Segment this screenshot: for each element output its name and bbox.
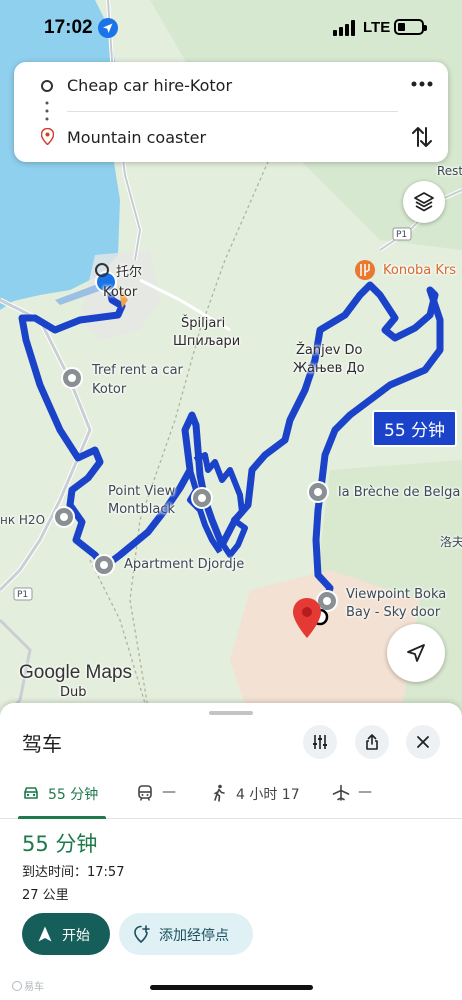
map-label-zanjev: Žanjev Do xyxy=(296,343,363,358)
share-button[interactable] xyxy=(355,725,389,759)
road-shield-p1-2: P1 xyxy=(17,590,29,600)
map-label-konoba[interactable]: Konoba Krs xyxy=(383,263,456,279)
tab-driving[interactable]: 55 分钟 xyxy=(22,773,106,819)
home-indicator[interactable] xyxy=(150,985,313,990)
tab-driving-label: 55 分钟 xyxy=(48,787,99,803)
tab-walking-label: 4 小时 17 xyxy=(236,787,300,803)
google-maps-logo: Google Maps xyxy=(19,662,133,683)
map-label-viewpoint[interactable]: Viewpoint Boka xyxy=(346,587,446,603)
battery-icon xyxy=(394,19,427,35)
layers-icon xyxy=(414,192,434,212)
destination-field[interactable]: Mountain coaster xyxy=(67,128,206,147)
walking-icon xyxy=(214,784,225,802)
map-label-kotor: Kotor xyxy=(103,285,138,300)
map-label-montblack[interactable]: Montblack xyxy=(108,502,175,518)
status-time: 17:02 xyxy=(44,17,93,38)
more-horizontal-icon xyxy=(411,81,433,87)
watermark: 易车 xyxy=(12,978,44,993)
tab-flights[interactable]: — xyxy=(332,773,382,819)
airplane-icon xyxy=(332,784,350,801)
map-label-point-view[interactable]: Point View xyxy=(108,484,175,500)
more-options-button[interactable] xyxy=(408,74,436,98)
close-icon xyxy=(417,736,429,748)
active-tab-indicator xyxy=(18,816,106,819)
tab-flights-label: — xyxy=(358,784,372,800)
map-label-spiljari-cyr: Шпиљари xyxy=(173,334,241,349)
map-label-dub: Dub xyxy=(60,685,87,700)
swap-route-button[interactable] xyxy=(410,124,434,150)
close-button[interactable] xyxy=(406,725,440,759)
map-label-rest: Rest xyxy=(437,164,462,178)
map-label-sky-door[interactable]: Bay - Sky door xyxy=(346,605,440,621)
status-bar: 17:02 LTE xyxy=(0,0,462,56)
navigation-arrow-icon xyxy=(407,644,425,662)
map-label-apartment[interactable]: Apartment Djordje xyxy=(124,557,244,573)
tab-walking[interactable]: 4 小时 17 xyxy=(210,773,310,819)
tab-transit-label: — xyxy=(162,784,176,800)
destination-pin-icon[interactable] xyxy=(293,598,321,638)
cellular-signal-icon xyxy=(333,20,355,36)
road-shield-p1: P1 xyxy=(396,230,408,240)
map-label-h2o[interactable]: нк H2O xyxy=(0,512,45,528)
start-navigation-button[interactable]: 开始 xyxy=(22,913,110,955)
share-icon xyxy=(366,734,378,750)
my-location-button[interactable] xyxy=(387,624,445,682)
map-label-kotor-cn: 托尔 xyxy=(116,265,143,280)
watermark-logo-icon xyxy=(12,981,22,991)
arrival-time: 到达时间：17:57 xyxy=(22,865,125,880)
map-label-spiljari: Špiljari xyxy=(181,316,226,331)
sheet-drag-handle[interactable] xyxy=(209,711,253,715)
map-label-zanjev-cyr: Жањев До xyxy=(293,361,365,376)
directions-card: Cheap car hire-Kotor Mountain coaster xyxy=(14,62,448,162)
map-label-tref-kotor[interactable]: Kotor xyxy=(92,382,126,398)
map-label-breche[interactable]: la Brèche de Belga xyxy=(338,485,460,501)
origin-circle-icon xyxy=(41,80,53,92)
origin-field[interactable]: Cheap car hire-Kotor xyxy=(67,76,232,95)
add-location-icon xyxy=(134,925,150,943)
start-label: 开始 xyxy=(62,928,90,944)
directions-bottom-sheet: 驾车 55 分钟 — 4 小时 17 — 55 分钟 到达时间：17:57 27… xyxy=(0,703,462,1000)
add-stop-button[interactable]: 添加经停点 xyxy=(119,913,253,955)
route-options-button[interactable] xyxy=(303,725,337,759)
train-icon xyxy=(138,785,152,801)
swap-vertical-icon xyxy=(412,127,432,147)
location-services-icon xyxy=(98,18,118,38)
map-label-cn-edge: 洛夫 xyxy=(440,535,462,549)
travel-mode-tabs: 55 分钟 — 4 小时 17 — xyxy=(0,773,462,819)
field-divider xyxy=(67,111,398,112)
map-label-tref[interactable]: Tref rent a car xyxy=(92,363,183,379)
watermark-text: 易车 xyxy=(24,982,44,993)
route-duration: 55 分钟 xyxy=(22,832,98,856)
route-connector-dots xyxy=(45,101,49,121)
layers-button[interactable] xyxy=(403,181,445,223)
destination-pin-small-icon xyxy=(41,128,54,145)
car-icon xyxy=(24,787,38,799)
network-type: LTE xyxy=(363,19,391,36)
tab-transit[interactable]: — xyxy=(136,773,186,819)
navigation-icon xyxy=(38,926,52,942)
add-stop-label: 添加经停点 xyxy=(159,928,229,944)
sheet-title: 驾车 xyxy=(22,732,62,756)
sliders-icon xyxy=(313,735,327,749)
route-distance: 27 公里 xyxy=(22,888,69,903)
route-duration-label[interactable]: 55 分钟 xyxy=(372,410,458,447)
